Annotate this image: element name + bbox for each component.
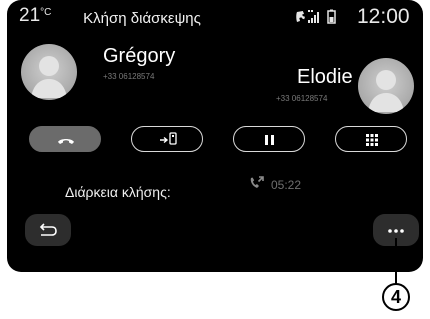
call-duration-value: 05:22 (271, 178, 302, 192)
callout-leader-line (395, 238, 397, 284)
back-arrow-icon (39, 223, 57, 236)
pause-icon (265, 135, 274, 145)
caller-avatar-gregory (21, 44, 77, 100)
caller-number: +33 06128574 (276, 94, 328, 103)
person-avatar-icon (368, 70, 404, 112)
conference-call-screen: 21°C Κλήση διάσκεψης 12:00 Grégory +33 0… (7, 0, 423, 272)
clock: 12:00 (357, 5, 410, 28)
phone-signal-icon (296, 11, 305, 22)
callout-number-badge: 4 (382, 283, 410, 311)
call-duration-label: Διάρκεια κλήσης: (65, 184, 171, 200)
status-icons (294, 8, 348, 28)
battery-icon (327, 9, 336, 24)
status-bar: 21°C Κλήση διάσκεψης 12:00 (7, 0, 423, 34)
transfer-audio-button[interactable] (131, 126, 203, 152)
pause-button[interactable] (233, 126, 305, 152)
caller-number: +33 06128574 (103, 72, 155, 81)
caller-avatar-elodie (358, 58, 414, 114)
page-title: Κλήση διάσκεψης (83, 10, 201, 27)
keypad-button[interactable] (335, 126, 407, 152)
keypad-grid-icon (366, 134, 378, 146)
hang-up-icon (58, 139, 74, 144)
caller-name: Grégory (103, 45, 176, 67)
person-avatar-icon (31, 56, 67, 98)
hang-up-button[interactable] (29, 126, 101, 152)
signal-bars-icon (308, 10, 319, 23)
back-button[interactable] (25, 214, 71, 246)
caller-name: Elodie (297, 66, 353, 88)
call-duration-icon (249, 175, 267, 196)
phone-transfer-icon (160, 132, 177, 145)
